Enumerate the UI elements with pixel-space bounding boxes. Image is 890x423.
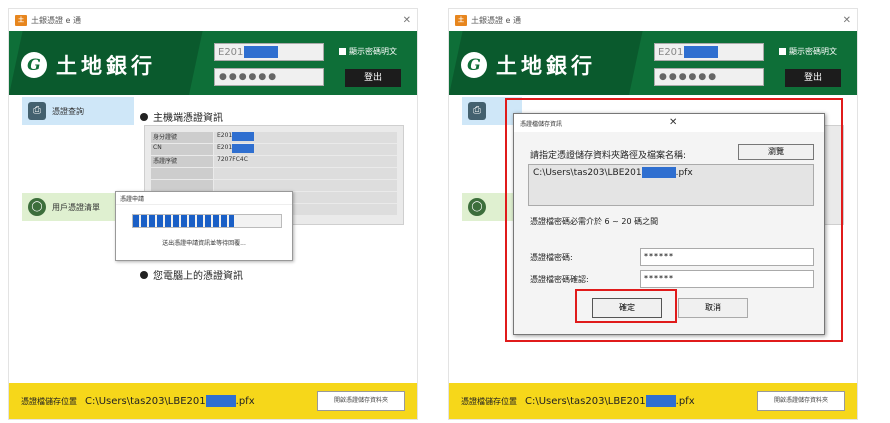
section-title: 主機端憑證資訊: [153, 113, 223, 124]
table-row: CN E201: [151, 144, 397, 155]
certificate-icon: ⎙: [28, 102, 46, 120]
footer-label: 憑證檔儲存位置: [461, 396, 517, 406]
certificate-icon: ⎙: [468, 102, 486, 120]
account-value: E201: [218, 47, 244, 58]
bank-logo: G 土地銀行: [21, 50, 156, 80]
show-password-checkbox[interactable]: 顯示密碼明文: [339, 46, 397, 57]
logout-button[interactable]: 登出: [785, 69, 841, 87]
nav-cert-query[interactable]: ⎙ 憑證查詢: [22, 97, 134, 125]
row-value: E201: [214, 132, 397, 143]
section-local: 您電腦上的憑證資訊: [140, 267, 243, 282]
row-value: 7207FC4C: [214, 156, 397, 167]
brand-name: 土地銀行: [56, 53, 156, 78]
path-prefix: C:\Users\tas203\LBE201: [85, 396, 206, 407]
open-folder-button[interactable]: 開啟憑證儲存資料夾: [317, 391, 405, 411]
app-icon: 土: [15, 14, 27, 26]
progress-fill: [133, 215, 234, 227]
bullet-icon: [140, 270, 148, 279]
redaction-mask: [232, 132, 255, 141]
footer-label: 憑證檔儲存位置: [21, 396, 77, 406]
account-field[interactable]: E201: [214, 43, 324, 61]
account-value: E201: [658, 47, 684, 58]
show-password-checkbox[interactable]: 顯示密碼明文: [779, 46, 837, 57]
redaction-mask: [645, 395, 676, 407]
row-key: CN: [151, 144, 213, 155]
path-suffix: .pfx: [235, 396, 255, 407]
row-value-text: E201: [217, 144, 233, 151]
redaction-mask: [244, 46, 279, 58]
row-key: 憑證序號: [151, 156, 213, 167]
table-row: [151, 180, 397, 191]
close-icon[interactable]: ✕: [403, 15, 411, 26]
header: G 土地銀行 E201 ●●●●●● 顯示密碼明文 登出: [449, 31, 857, 95]
row-key: [151, 168, 213, 179]
account-field[interactable]: E201: [654, 43, 764, 61]
title-bar: 土 土銀憑證 e 通 ✕: [449, 9, 857, 31]
highlight-box-ok: [575, 289, 677, 323]
progress-dialog: 憑證申請 送出憑證申請資訊並等待回覆...: [115, 191, 293, 261]
row-key: [151, 180, 213, 191]
bullet-icon: [140, 112, 148, 121]
password-field[interactable]: ●●●●●●: [654, 68, 764, 86]
app-window-progress: 土 土銀憑證 e 通 ✕ G 土地銀行 E201 ●●●●●● 顯示密碼明文 登出…: [8, 8, 418, 420]
checkbox-icon: [779, 48, 786, 55]
row-value-text: E201: [217, 132, 233, 139]
path-suffix: .pfx: [675, 396, 695, 407]
progress-message: 送出憑證申請資訊並等待回覆...: [162, 240, 246, 247]
window-title: 土銀憑證 e 通: [471, 15, 522, 25]
dialog-title: 憑證申請: [116, 192, 292, 205]
row-key: 身分證號: [151, 132, 213, 143]
row-value: [214, 168, 397, 179]
close-icon[interactable]: ✕: [843, 15, 851, 26]
footer-path: C:\Users\tas203\LBE201 .pfx: [85, 395, 255, 407]
footer-path: C:\Users\tas203\LBE201 .pfx: [525, 395, 695, 407]
logout-button[interactable]: 登出: [345, 69, 401, 87]
open-folder-button[interactable]: 開啟憑證儲存資料夾: [757, 391, 845, 411]
redaction-mask: [232, 144, 255, 153]
logo-mark-icon: G: [21, 52, 47, 78]
brand-name: 土地銀行: [496, 53, 596, 78]
nav-label: 憑證查詢: [52, 106, 84, 116]
footer-bar: 憑證檔儲存位置 C:\Users\tas203\LBE201 .pfx 開啟憑證儲…: [9, 383, 417, 419]
table-row: 憑證序號 7207FC4C: [151, 156, 397, 167]
user-icon: ◯: [28, 198, 46, 216]
window-title: 土銀憑證 e 通: [31, 15, 82, 25]
show-password-label: 顯示密碼明文: [349, 47, 397, 56]
section-host: 主機端憑證資訊: [140, 109, 223, 124]
title-bar: 土 土銀憑證 e 通 ✕: [9, 9, 417, 31]
password-field[interactable]: ●●●●●●: [214, 68, 324, 86]
user-icon: ◯: [468, 198, 486, 216]
redaction-mask: [684, 46, 719, 58]
progress-bar: [132, 214, 282, 228]
redaction-mask: [205, 395, 236, 407]
table-row: 身分證號 E201: [151, 132, 397, 143]
show-password-label: 顯示密碼明文: [789, 47, 837, 56]
nav-label: 用戶憑證清單: [52, 202, 100, 212]
bank-logo: G 土地銀行: [461, 50, 596, 80]
row-value: [214, 180, 397, 191]
row-value: E201: [214, 144, 397, 155]
logo-mark-icon: G: [461, 52, 487, 78]
header: G 土地銀行 E201 ●●●●●● 顯示密碼明文 登出: [9, 31, 417, 95]
section-title: 您電腦上的憑證資訊: [153, 271, 243, 282]
app-icon: 土: [455, 14, 467, 26]
checkbox-icon: [339, 48, 346, 55]
path-prefix: C:\Users\tas203\LBE201: [525, 396, 646, 407]
footer-bar: 憑證檔儲存位置 C:\Users\tas203\LBE201 .pfx 開啟憑證儲…: [449, 383, 857, 419]
table-row: [151, 168, 397, 179]
